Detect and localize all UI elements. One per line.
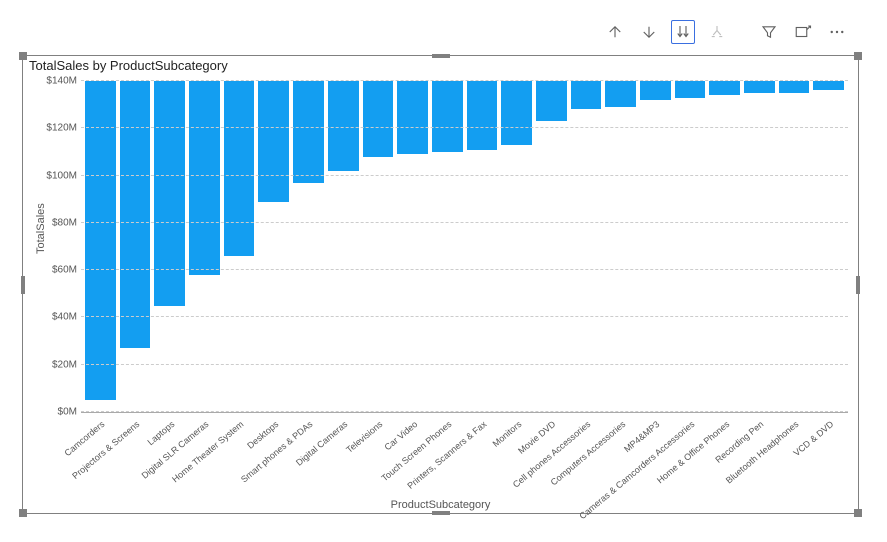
funnel-icon: [760, 23, 778, 41]
bar[interactable]: [571, 81, 602, 109]
bars-container: [81, 81, 848, 412]
chart-visual-frame[interactable]: TotalSales by ProductSubcategory TotalSa…: [22, 55, 859, 514]
bar-slot: [224, 81, 255, 412]
plot-container: TotalSales ProductSubcategory $0M$20M$40…: [23, 76, 858, 513]
ellipsis-icon: [828, 23, 846, 41]
bar[interactable]: [258, 81, 289, 202]
bar[interactable]: [501, 81, 532, 145]
x-tick-slot: Projectors & Screens: [120, 413, 151, 493]
drill-up-button[interactable]: [603, 20, 627, 44]
bar-slot: [432, 81, 463, 412]
y-tick-label: $0M: [58, 407, 77, 418]
arrow-up-icon: [606, 23, 624, 41]
bar-slot: [501, 81, 532, 412]
bar[interactable]: [397, 81, 428, 154]
double-arrow-down-icon: [674, 23, 692, 41]
x-axis-label: ProductSubcategory: [391, 499, 491, 511]
focus-icon: [794, 23, 812, 41]
plot-area[interactable]: $0M$20M$40M$60M$80M$100M$120M$140M: [81, 81, 848, 413]
bar-slot: [85, 81, 116, 412]
bar-slot: [744, 81, 775, 412]
bar[interactable]: [813, 81, 844, 90]
resize-handle-tl[interactable]: [19, 52, 27, 60]
bar[interactable]: [189, 81, 220, 275]
bar[interactable]: [675, 81, 706, 98]
gridline: [81, 269, 848, 270]
bar[interactable]: [640, 81, 671, 100]
bar[interactable]: [432, 81, 463, 152]
bar[interactable]: [467, 81, 498, 150]
bar-slot: [363, 81, 394, 412]
bar-slot: [536, 81, 567, 412]
bar-slot: [571, 81, 602, 412]
bar-slot: [154, 81, 185, 412]
y-tick-label: $100M: [46, 170, 77, 181]
y-axis-label: TotalSales: [35, 203, 47, 254]
drill-mode-button[interactable]: [705, 20, 729, 44]
bar[interactable]: [293, 81, 324, 183]
arrow-down-icon: [640, 23, 658, 41]
bar[interactable]: [328, 81, 359, 171]
gridline: [81, 411, 848, 412]
y-tick-label: $80M: [52, 217, 77, 228]
y-tick-label: $140M: [46, 76, 77, 87]
more-options-button[interactable]: [825, 20, 849, 44]
bar[interactable]: [536, 81, 567, 121]
gridline: [81, 222, 848, 223]
bar[interactable]: [744, 81, 775, 93]
bar-slot: [605, 81, 636, 412]
gridline: [81, 316, 848, 317]
bar[interactable]: [363, 81, 394, 157]
resize-handle-top[interactable]: [432, 54, 450, 58]
bar[interactable]: [154, 81, 185, 306]
x-tick-slot: VCD & DVD: [813, 413, 844, 493]
bar[interactable]: [85, 81, 116, 400]
bar-slot: [258, 81, 289, 412]
focus-mode-button[interactable]: [791, 20, 815, 44]
bar-slot: [779, 81, 810, 412]
fork-down-icon: [708, 23, 726, 41]
resize-handle-tr[interactable]: [854, 52, 862, 60]
gridline: [81, 80, 848, 81]
y-tick-label: $20M: [52, 359, 77, 370]
bar[interactable]: [709, 81, 740, 95]
x-tick-slot: Home Theater System: [224, 413, 255, 493]
expand-all-button[interactable]: [671, 20, 695, 44]
y-tick-label: $60M: [52, 265, 77, 276]
x-tick-slot: Digital Cameras: [328, 413, 359, 493]
visual-toolbar: [603, 20, 849, 44]
bar[interactable]: [224, 81, 255, 256]
gridline: [81, 364, 848, 365]
filter-button[interactable]: [757, 20, 781, 44]
y-tick-label: $40M: [52, 312, 77, 323]
x-ticks-container: CamcordersProjectors & ScreensLaptopsDig…: [81, 413, 848, 493]
bar-slot: [120, 81, 151, 412]
x-tick-slot: Printers, Scanners & Fax: [467, 413, 498, 493]
bar-slot: [709, 81, 740, 412]
chart-title: TotalSales by ProductSubcategory: [29, 58, 228, 73]
bar-slot: [640, 81, 671, 412]
bar-slot: [813, 81, 844, 412]
bar-slot: [675, 81, 706, 412]
bar-slot: [293, 81, 324, 412]
bar[interactable]: [779, 81, 810, 93]
bar[interactable]: [605, 81, 636, 107]
bar-slot: [328, 81, 359, 412]
gridline: [81, 127, 848, 128]
y-tick-label: $120M: [46, 123, 77, 134]
drill-down-button[interactable]: [637, 20, 661, 44]
bar-slot: [189, 81, 220, 412]
bar-slot: [467, 81, 498, 412]
bar-slot: [397, 81, 428, 412]
bar[interactable]: [120, 81, 151, 348]
gridline: [81, 175, 848, 176]
